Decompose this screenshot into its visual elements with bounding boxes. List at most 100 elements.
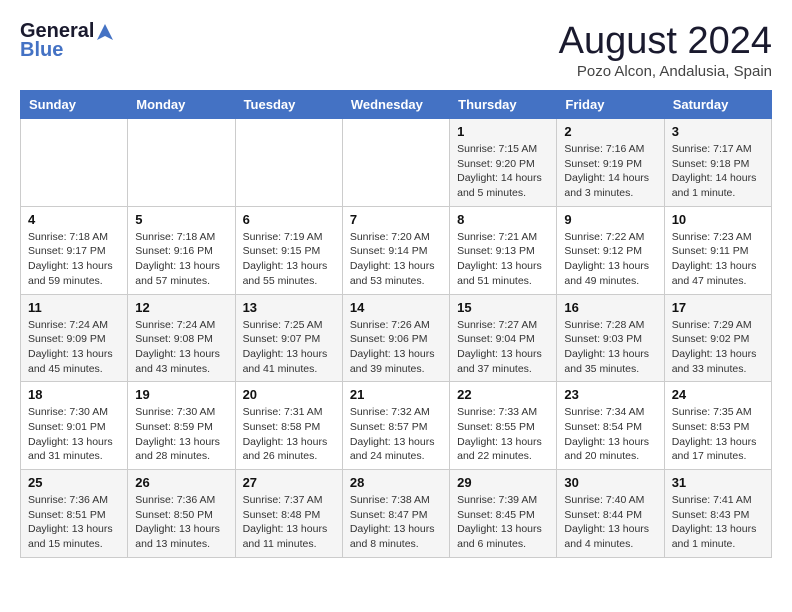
calendar-table: SundayMondayTuesdayWednesdayThursdayFrid… [20,90,772,558]
day-info: Sunrise: 7:39 AMSunset: 8:45 PMDaylight:… [457,493,549,552]
day-number: 6 [243,212,335,227]
day-cell-10: 10Sunrise: 7:23 AMSunset: 9:11 PMDayligh… [664,206,771,294]
day-info: Sunrise: 7:19 AMSunset: 9:15 PMDaylight:… [243,230,335,289]
day-number: 7 [350,212,442,227]
day-number: 23 [564,387,656,402]
week-row-1: 1 Sunrise: 7:15 AMSunset: 9:20 PMDaylight… [21,119,772,207]
day-info: Sunrise: 7:20 AMSunset: 9:14 PMDaylight:… [350,230,442,289]
day-cell-30: 30 Sunrise: 7:40 AMSunset: 8:44 PMDayligh… [557,470,664,558]
day-number: 4 [28,212,120,227]
day-header-sunday: Sunday [21,91,128,119]
day-info: Sunrise: 7:18 AMSunset: 9:17 PMDaylight:… [28,230,120,289]
empty-cell [235,119,342,207]
empty-cell [128,119,235,207]
empty-cell [342,119,449,207]
day-cell-27: 27 Sunrise: 7:37 AMSunset: 8:48 PMDayligh… [235,470,342,558]
day-number: 31 [672,475,764,490]
day-cell-2: 2 Sunrise: 7:16 AMSunset: 9:19 PMDaylight… [557,119,664,207]
day-info: Sunrise: 7:33 AMSunset: 8:55 PMDaylight:… [457,405,549,464]
day-cell-19: 19 Sunrise: 7:30 AMSunset: 8:59 PMDayligh… [128,382,235,470]
day-info: Sunrise: 7:24 AMSunset: 9:08 PMDaylight:… [135,318,227,377]
week-row-4: 18 Sunrise: 7:30 AMSunset: 9:01 PMDayligh… [21,382,772,470]
day-number: 30 [564,475,656,490]
day-info: Sunrise: 7:25 AMSunset: 9:07 PMDaylight:… [243,318,335,377]
day-info: Sunrise: 7:15 AMSunset: 9:20 PMDaylight:… [457,142,549,201]
day-info: Sunrise: 7:34 AMSunset: 8:54 PMDaylight:… [564,405,656,464]
day-cell-21: 21 Sunrise: 7:32 AMSunset: 8:57 PMDayligh… [342,382,449,470]
day-number: 29 [457,475,549,490]
day-number: 13 [243,300,335,315]
day-info: Sunrise: 7:18 AMSunset: 9:16 PMDaylight:… [135,230,227,289]
day-cell-24: 24 Sunrise: 7:35 AMSunset: 8:53 PMDayligh… [664,382,771,470]
day-info: Sunrise: 7:35 AMSunset: 8:53 PMDaylight:… [672,405,764,464]
day-info: Sunrise: 7:36 AMSunset: 8:50 PMDaylight:… [135,493,227,552]
day-cell-25: 25Sunrise: 7:36 AMSunset: 8:51 PMDayligh… [21,470,128,558]
day-number: 14 [350,300,442,315]
day-info: Sunrise: 7:29 AMSunset: 9:02 PMDaylight:… [672,318,764,377]
day-number: 24 [672,387,764,402]
day-info: Sunrise: 7:28 AMSunset: 9:03 PMDaylight:… [564,318,656,377]
day-number: 12 [135,300,227,315]
day-cell-17: 17Sunrise: 7:29 AMSunset: 9:02 PMDayligh… [664,294,771,382]
day-number: 19 [135,387,227,402]
day-number: 5 [135,212,227,227]
day-number: 28 [350,475,442,490]
day-info: Sunrise: 7:30 AMSunset: 8:59 PMDaylight:… [135,405,227,464]
day-info: Sunrise: 7:32 AMSunset: 8:57 PMDaylight:… [350,405,442,464]
day-number: 18 [28,387,120,402]
month-title: August 2024 [559,20,772,63]
day-info: Sunrise: 7:30 AMSunset: 9:01 PMDaylight:… [28,405,120,464]
day-info: Sunrise: 7:38 AMSunset: 8:47 PMDaylight:… [350,493,442,552]
day-cell-12: 12 Sunrise: 7:24 AMSunset: 9:08 PMDayligh… [128,294,235,382]
day-cell-26: 26 Sunrise: 7:36 AMSunset: 8:50 PMDayligh… [128,470,235,558]
day-cell-20: 20Sunrise: 7:31 AMSunset: 8:58 PMDayligh… [235,382,342,470]
day-info: Sunrise: 7:36 AMSunset: 8:51 PMDaylight:… [28,493,120,552]
day-number: 2 [564,124,656,139]
day-info: Sunrise: 7:16 AMSunset: 9:19 PMDaylight:… [564,142,656,201]
day-cell-5: 5 Sunrise: 7:18 AMSunset: 9:16 PMDaylight… [128,206,235,294]
location: Pozo Alcon, Andalusia, Spain [559,63,772,80]
day-cell-6: 6 Sunrise: 7:19 AMSunset: 9:15 PMDaylight… [235,206,342,294]
day-number: 9 [564,212,656,227]
day-info: Sunrise: 7:40 AMSunset: 8:44 PMDaylight:… [564,493,656,552]
day-info: Sunrise: 7:22 AMSunset: 9:12 PMDaylight:… [564,230,656,289]
empty-cell [21,119,128,207]
day-cell-8: 8 Sunrise: 7:21 AMSunset: 9:13 PMDaylight… [450,206,557,294]
day-info: Sunrise: 7:24 AMSunset: 9:09 PMDaylight:… [28,318,120,377]
day-number: 27 [243,475,335,490]
day-number: 21 [350,387,442,402]
day-cell-22: 22 Sunrise: 7:33 AMSunset: 8:55 PMDayligh… [450,382,557,470]
day-info: Sunrise: 7:37 AMSunset: 8:48 PMDaylight:… [243,493,335,552]
day-header-saturday: Saturday [664,91,771,119]
day-cell-4: 4 Sunrise: 7:18 AMSunset: 9:17 PMDaylight… [21,206,128,294]
day-cell-9: 9 Sunrise: 7:22 AMSunset: 9:12 PMDaylight… [557,206,664,294]
day-number: 3 [672,124,764,139]
logo-icon [95,22,115,42]
day-number: 8 [457,212,549,227]
day-cell-18: 18 Sunrise: 7:30 AMSunset: 9:01 PMDayligh… [21,382,128,470]
title-block: August 2024 Pozo Alcon, Andalusia, Spain [559,20,772,80]
day-number: 15 [457,300,549,315]
day-cell-3: 3 Sunrise: 7:17 AMSunset: 9:18 PMDaylight… [664,119,771,207]
day-header-friday: Friday [557,91,664,119]
week-row-3: 11Sunrise: 7:24 AMSunset: 9:09 PMDayligh… [21,294,772,382]
day-cell-29: 29 Sunrise: 7:39 AMSunset: 8:45 PMDayligh… [450,470,557,558]
day-info: Sunrise: 7:17 AMSunset: 9:18 PMDaylight:… [672,142,764,201]
day-cell-15: 15Sunrise: 7:27 AMSunset: 9:04 PMDayligh… [450,294,557,382]
day-number: 1 [457,124,549,139]
day-cell-1: 1 Sunrise: 7:15 AMSunset: 9:20 PMDaylight… [450,119,557,207]
day-cell-31: 31Sunrise: 7:41 AMSunset: 8:43 PMDayligh… [664,470,771,558]
day-cell-11: 11Sunrise: 7:24 AMSunset: 9:09 PMDayligh… [21,294,128,382]
day-info: Sunrise: 7:21 AMSunset: 9:13 PMDaylight:… [457,230,549,289]
logo: General Blue [20,20,115,62]
day-info: Sunrise: 7:26 AMSunset: 9:06 PMDaylight:… [350,318,442,377]
day-info: Sunrise: 7:23 AMSunset: 9:11 PMDaylight:… [672,230,764,289]
day-info: Sunrise: 7:31 AMSunset: 8:58 PMDaylight:… [243,405,335,464]
week-row-5: 25Sunrise: 7:36 AMSunset: 8:51 PMDayligh… [21,470,772,558]
page-header: General Blue August 2024 Pozo Alcon, And… [20,20,772,80]
day-number: 22 [457,387,549,402]
week-row-2: 4 Sunrise: 7:18 AMSunset: 9:17 PMDaylight… [21,206,772,294]
day-cell-7: 7 Sunrise: 7:20 AMSunset: 9:14 PMDaylight… [342,206,449,294]
day-number: 26 [135,475,227,490]
day-header-wednesday: Wednesday [342,91,449,119]
